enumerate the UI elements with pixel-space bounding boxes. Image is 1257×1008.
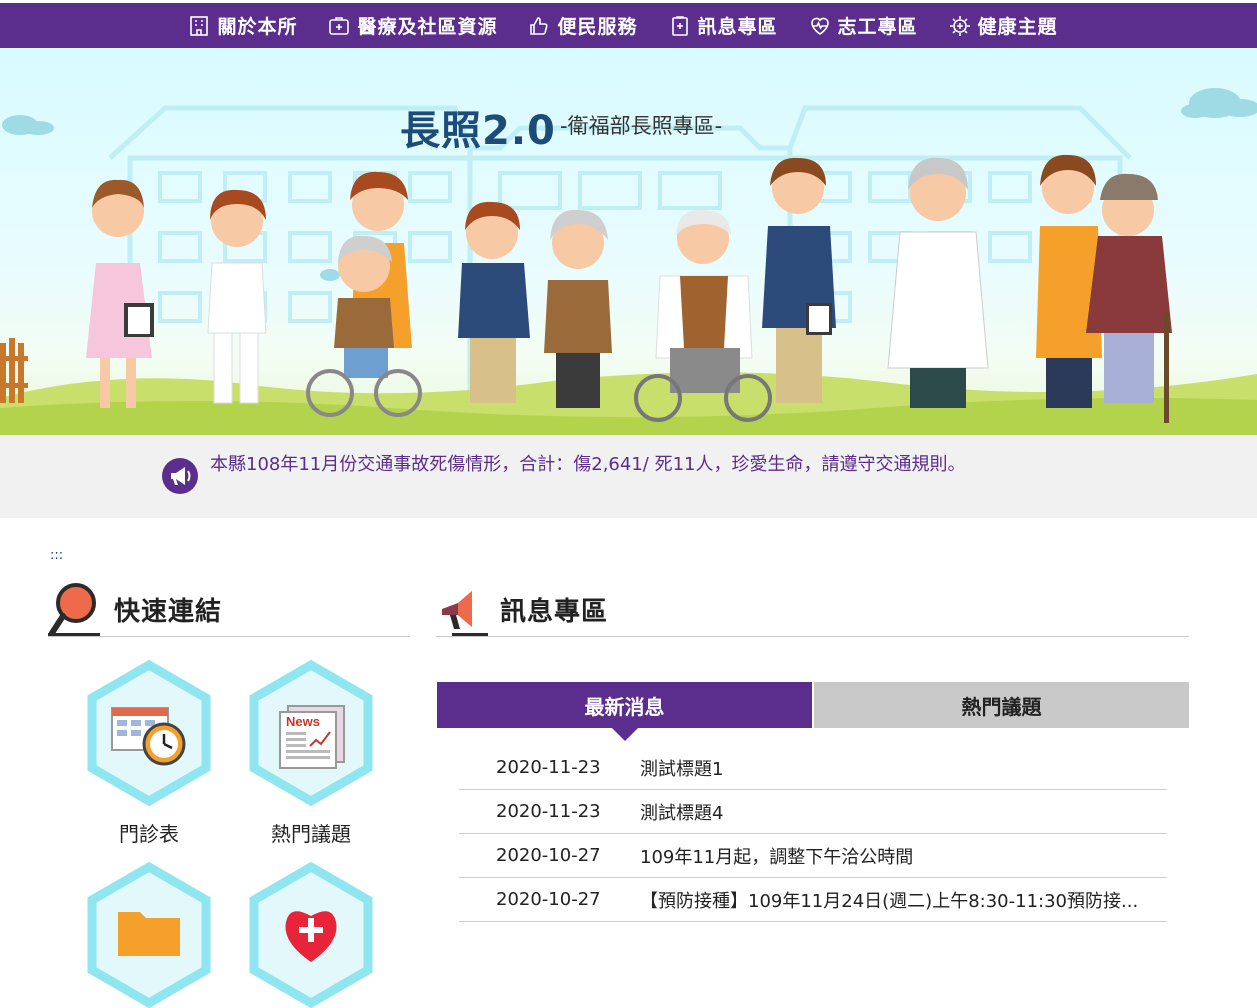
nav-item-volunteer[interactable]: 志工專區 xyxy=(793,3,933,48)
nav-label: 健康主題 xyxy=(977,16,1058,38)
news-item[interactable]: 2020-10-27 【預防接種】109年11月24日(週二)上午8:30-11… xyxy=(459,878,1167,922)
building-icon xyxy=(190,15,209,36)
tab-hot-topics[interactable]: 熱門議題 xyxy=(812,682,1189,728)
accesskey-anchor[interactable]: ::: xyxy=(50,548,63,563)
nav-label: 關於本所 xyxy=(217,16,298,38)
announcement-bar: 本縣108年11月份交通事故死傷情形，合計：傷2,641/ 死11人，珍愛生命，… xyxy=(0,435,1257,518)
section-title: 快速連結 xyxy=(114,597,223,627)
news-title-link[interactable]: 測試標題1 xyxy=(640,755,1167,781)
megaphone-icon xyxy=(442,591,488,636)
news-date: 2020-11-23 xyxy=(496,801,601,822)
nav-item-services[interactable]: 便民服務 xyxy=(512,3,652,48)
folder-icon xyxy=(87,862,211,1008)
svg-text:News: News xyxy=(286,714,320,729)
quick-link-label: 門診表 xyxy=(119,822,179,846)
nav-item-medical-resources[interactable]: 醫療及社區資源 xyxy=(312,3,512,48)
banner-illustration xyxy=(0,88,1257,435)
quick-link-folder[interactable] xyxy=(84,862,214,1008)
quick-link-schedule[interactable]: 門診表 xyxy=(84,660,214,847)
nav-item-about[interactable]: 關於本所 xyxy=(172,3,312,48)
news-title-link[interactable]: 109年11月起，調整下午洽公時間 xyxy=(640,843,1167,869)
magnifier-icon xyxy=(48,583,100,636)
announcement-text[interactable]: 本縣108年11月份交通事故死傷情形，合計：傷2,641/ 死11人，珍愛生命，… xyxy=(210,450,1010,479)
nav-label: 訊息專區 xyxy=(697,16,778,38)
quick-link-health[interactable] xyxy=(246,862,376,1008)
nav-label: 志工專區 xyxy=(837,16,918,38)
banner-subtitle: -衛福部長照專區- xyxy=(560,114,723,138)
quick-link-hot-topics[interactable]: News 熱門議題 xyxy=(246,660,376,847)
nav-item-news[interactable]: 訊息專區 xyxy=(653,3,793,48)
newspaper-icon: News xyxy=(249,660,373,806)
main-nav: 關於本所 醫療及社區資源 便民服務 訊息專區 志工專區 健康主題 xyxy=(0,3,1257,48)
medical-kit-icon xyxy=(329,16,350,35)
thumbs-up-icon xyxy=(530,16,549,35)
section-title: 訊息專區 xyxy=(500,597,609,627)
news-date: 2020-10-27 xyxy=(496,889,601,910)
news-tabs: 最新消息 熱門議題 xyxy=(437,682,1189,741)
news-list: 2020-11-23 測試標題1 2020-11-23 測試標題4 2020-1… xyxy=(459,746,1167,922)
quick-links-heading: 快速連結 xyxy=(48,583,410,637)
schedule-clock-icon xyxy=(87,660,211,806)
clipboard-icon xyxy=(671,15,688,36)
news-heading: 訊息專區 xyxy=(436,583,1189,637)
news-item[interactable]: 2020-10-27 109年11月起，調整下午洽公時間 xyxy=(459,834,1167,878)
hero-banner: 長照2.0 -衛福部長照專區- xyxy=(0,48,1257,435)
heart-pulse-icon xyxy=(810,17,829,35)
nav-label: 醫療及社區資源 xyxy=(357,16,498,38)
gear-health-icon xyxy=(949,15,970,36)
quick-link-label: 熱門議題 xyxy=(271,822,351,846)
banner-title: 長照2.0 xyxy=(400,108,556,154)
nav-label: 便民服務 xyxy=(557,16,638,38)
news-title-link[interactable]: 測試標題4 xyxy=(640,799,1167,825)
news-title-link[interactable]: 【預防接種】109年11月24日(週二)上午8:30-11:30預防接... xyxy=(640,887,1167,913)
megaphone-icon xyxy=(162,458,198,494)
news-date: 2020-11-23 xyxy=(496,757,601,778)
tab-latest-news[interactable]: 最新消息 xyxy=(437,682,812,741)
nav-item-health-topics[interactable]: 健康主題 xyxy=(933,3,1073,48)
news-item[interactable]: 2020-11-23 測試標題1 xyxy=(459,746,1167,790)
health-heart-icon xyxy=(249,862,373,1008)
news-item[interactable]: 2020-11-23 測試標題4 xyxy=(459,790,1167,834)
news-date: 2020-10-27 xyxy=(496,845,601,866)
